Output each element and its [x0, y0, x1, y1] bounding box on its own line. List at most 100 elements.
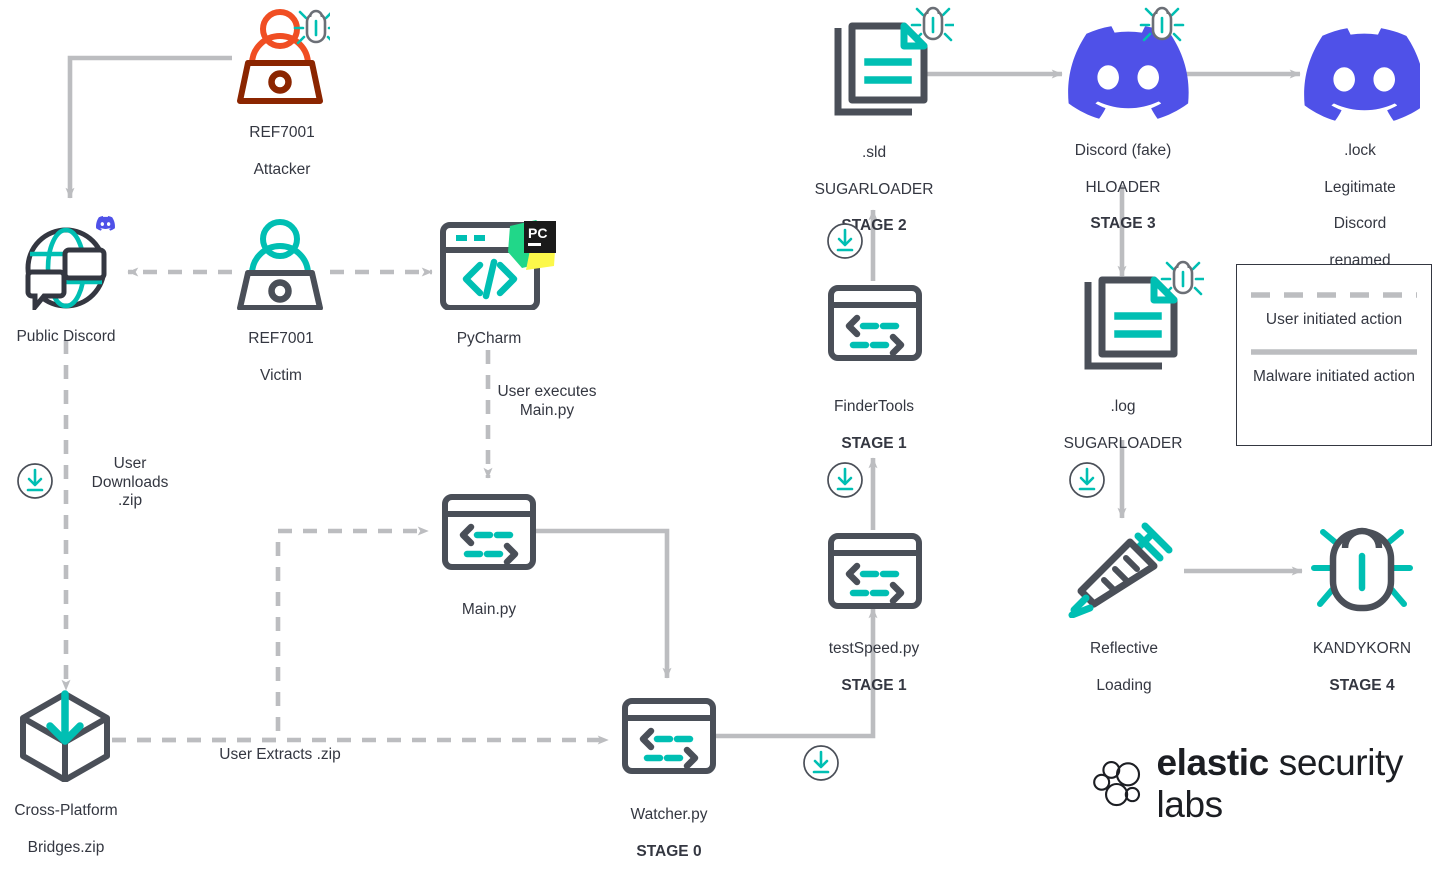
node-public-discord[interactable]	[20, 210, 130, 315]
node-reflective-loading[interactable]	[1068, 516, 1180, 619]
label-reflective-loading-line-0: Reflective	[1089, 640, 1159, 658]
edge-label-user-executes-main-line-1: executes	[534, 383, 597, 400]
label-findertools-line-0: FinderTools	[833, 398, 915, 416]
label-kandykorn-line-0: KANDYKORN	[1312, 640, 1412, 658]
label-public-discord: Public Discord	[0, 310, 137, 365]
label-pycharm-line-0: PyCharm	[456, 330, 522, 348]
legend-user-initiated-label: User initiated action	[1237, 311, 1431, 330]
node-attacker[interactable]	[234, 4, 339, 104]
edge-label-user-executes-main-line-0: User	[497, 383, 531, 400]
label-reflective-loading-line-1: Loading	[1096, 676, 1152, 694]
node-testspeed[interactable]	[828, 533, 922, 609]
documents-icon	[834, 22, 928, 116]
discord-icon	[1304, 28, 1425, 121]
person-laptop-icon	[237, 219, 323, 311]
node-victim[interactable]	[234, 218, 330, 311]
legend-dashed-sample	[1251, 292, 1417, 298]
label-discord-fake-line-2: STAGE 3	[1090, 215, 1156, 233]
globe-chat-icon	[25, 227, 107, 315]
legend-malware-initiated-label: Malware initiated action	[1237, 368, 1431, 387]
node-mainpy[interactable]	[442, 494, 536, 570]
documents-icon	[1084, 276, 1178, 370]
edge-label-user-downloads-zip-line-1: Downloads	[91, 473, 169, 491]
download-badge-zip[interactable]	[16, 462, 54, 505]
label-log: .log SUGARLOADER	[1040, 380, 1206, 471]
download-icon	[17, 463, 53, 499]
label-victim-line-0: REF7001	[248, 330, 314, 348]
label-public-discord-line-0: Public Discord	[16, 328, 116, 346]
label-discord-fake-line-1: HLOADER	[1085, 178, 1161, 196]
label-findertools: FinderTools STAGE 1	[808, 380, 940, 471]
edge-label-user-downloads-zip: User Downloads .zip	[80, 455, 180, 511]
node-sld[interactable]	[826, 4, 956, 122]
edge-mainpy-to-watcherpy	[536, 528, 672, 679]
node-zip[interactable]	[18, 690, 114, 783]
label-kandykorn-line-1: STAGE 4	[1329, 676, 1395, 694]
label-discord-lock-line-2: Discord	[1333, 215, 1387, 233]
label-zip: Cross-Platform Bridges.zip	[0, 784, 148, 875]
download-icon	[1069, 462, 1105, 498]
script-window-icon	[828, 285, 922, 361]
legend-solid-sample	[1251, 348, 1417, 355]
label-discord-lock-line-1: Legitimate	[1324, 178, 1396, 196]
label-testspeed: testSpeed.py STAGE 1	[808, 622, 940, 713]
edge-label-user-extracts-zip-line-0: User Extracts .zip	[219, 746, 341, 763]
label-discord-lock-line-0: .lock	[1344, 142, 1376, 160]
label-sld-line-0: .sld	[861, 144, 887, 162]
node-pycharm[interactable]: PC	[440, 218, 560, 311]
label-victim: REF7001 Victim	[198, 312, 364, 403]
bug-body-icon	[1329, 527, 1395, 612]
discord-badge-icon	[96, 216, 115, 231]
node-discord-lock[interactable]	[1302, 26, 1425, 126]
label-log-line-1: SUGARLOADER	[1063, 434, 1183, 452]
download-badge-testspeed[interactable]	[826, 461, 864, 504]
download-badge-log[interactable]	[1068, 461, 1106, 504]
label-testspeed-line-1: STAGE 1	[841, 676, 907, 694]
elastic-wordmark: elastic security labs	[1156, 742, 1440, 826]
label-mainpy-line-0: Main.py	[461, 601, 517, 619]
edge-label-user-extracts-zip: User Extracts .zip	[190, 746, 370, 765]
edge-zip-to-mainpy	[112, 526, 429, 743]
label-attacker-line-0: REF7001	[249, 124, 315, 142]
bug-body-icon	[922, 6, 944, 41]
node-discord-fake[interactable]	[1062, 6, 1202, 126]
bug-body-icon	[1151, 6, 1173, 41]
script-window-icon	[442, 494, 536, 570]
label-log-line-0: .log	[1110, 398, 1136, 416]
label-sld-line-2: STAGE 2	[841, 217, 907, 235]
download-icon	[827, 462, 863, 498]
label-pycharm: PyCharm	[428, 312, 550, 367]
syringe-icon	[1068, 522, 1173, 619]
label-discord-fake: Discord (fake) HLOADER STAGE 3	[1030, 124, 1216, 252]
elastic-security-labs-branding: elastic security labs	[1092, 742, 1440, 826]
node-watcherpy[interactable]	[622, 698, 716, 774]
package-download-icon	[20, 690, 110, 783]
label-mainpy: Main.py	[428, 583, 550, 638]
label-sld: .sld SUGARLOADER STAGE 2	[792, 126, 956, 254]
edge-label-user-downloads-zip-line-0: User	[113, 455, 147, 472]
node-kandykorn[interactable]	[1308, 520, 1416, 618]
legend-box: User initiated action Malware initiated …	[1236, 264, 1432, 446]
bug-body-icon	[1172, 260, 1194, 295]
download-icon	[803, 745, 839, 781]
label-attacker: REF7001 Attacker	[200, 106, 364, 197]
node-findertools[interactable]	[828, 285, 922, 361]
svg-text:PC: PC	[528, 225, 547, 241]
label-kandykorn: KANDYKORN STAGE 4	[1294, 622, 1430, 713]
legend-user-initiated-line-0: User initiated	[1265, 311, 1357, 328]
bug-body-icon	[305, 9, 327, 44]
edge-label-user-downloads-zip-line-2: .zip	[117, 492, 143, 510]
label-reflective-loading: Reflective Loading	[1060, 622, 1188, 713]
edge-label-user-executes-main-line-2: Main.py	[519, 401, 575, 419]
download-icon	[827, 223, 863, 259]
label-discord-fake-line-0: Discord (fake)	[1074, 142, 1172, 160]
node-log[interactable]	[1076, 258, 1206, 376]
download-badge-watcher[interactable]	[802, 744, 840, 787]
legend-malware-initiated-line-1: initiated action	[1315, 367, 1415, 385]
discord-icon	[1068, 26, 1189, 119]
label-watcherpy-line-0: Watcher.py	[630, 806, 708, 824]
download-badge-findertools[interactable]	[826, 222, 864, 265]
label-watcherpy-line-1: STAGE 0	[636, 842, 702, 860]
script-window-icon	[828, 533, 922, 609]
label-testspeed-line-0: testSpeed.py	[828, 640, 920, 658]
